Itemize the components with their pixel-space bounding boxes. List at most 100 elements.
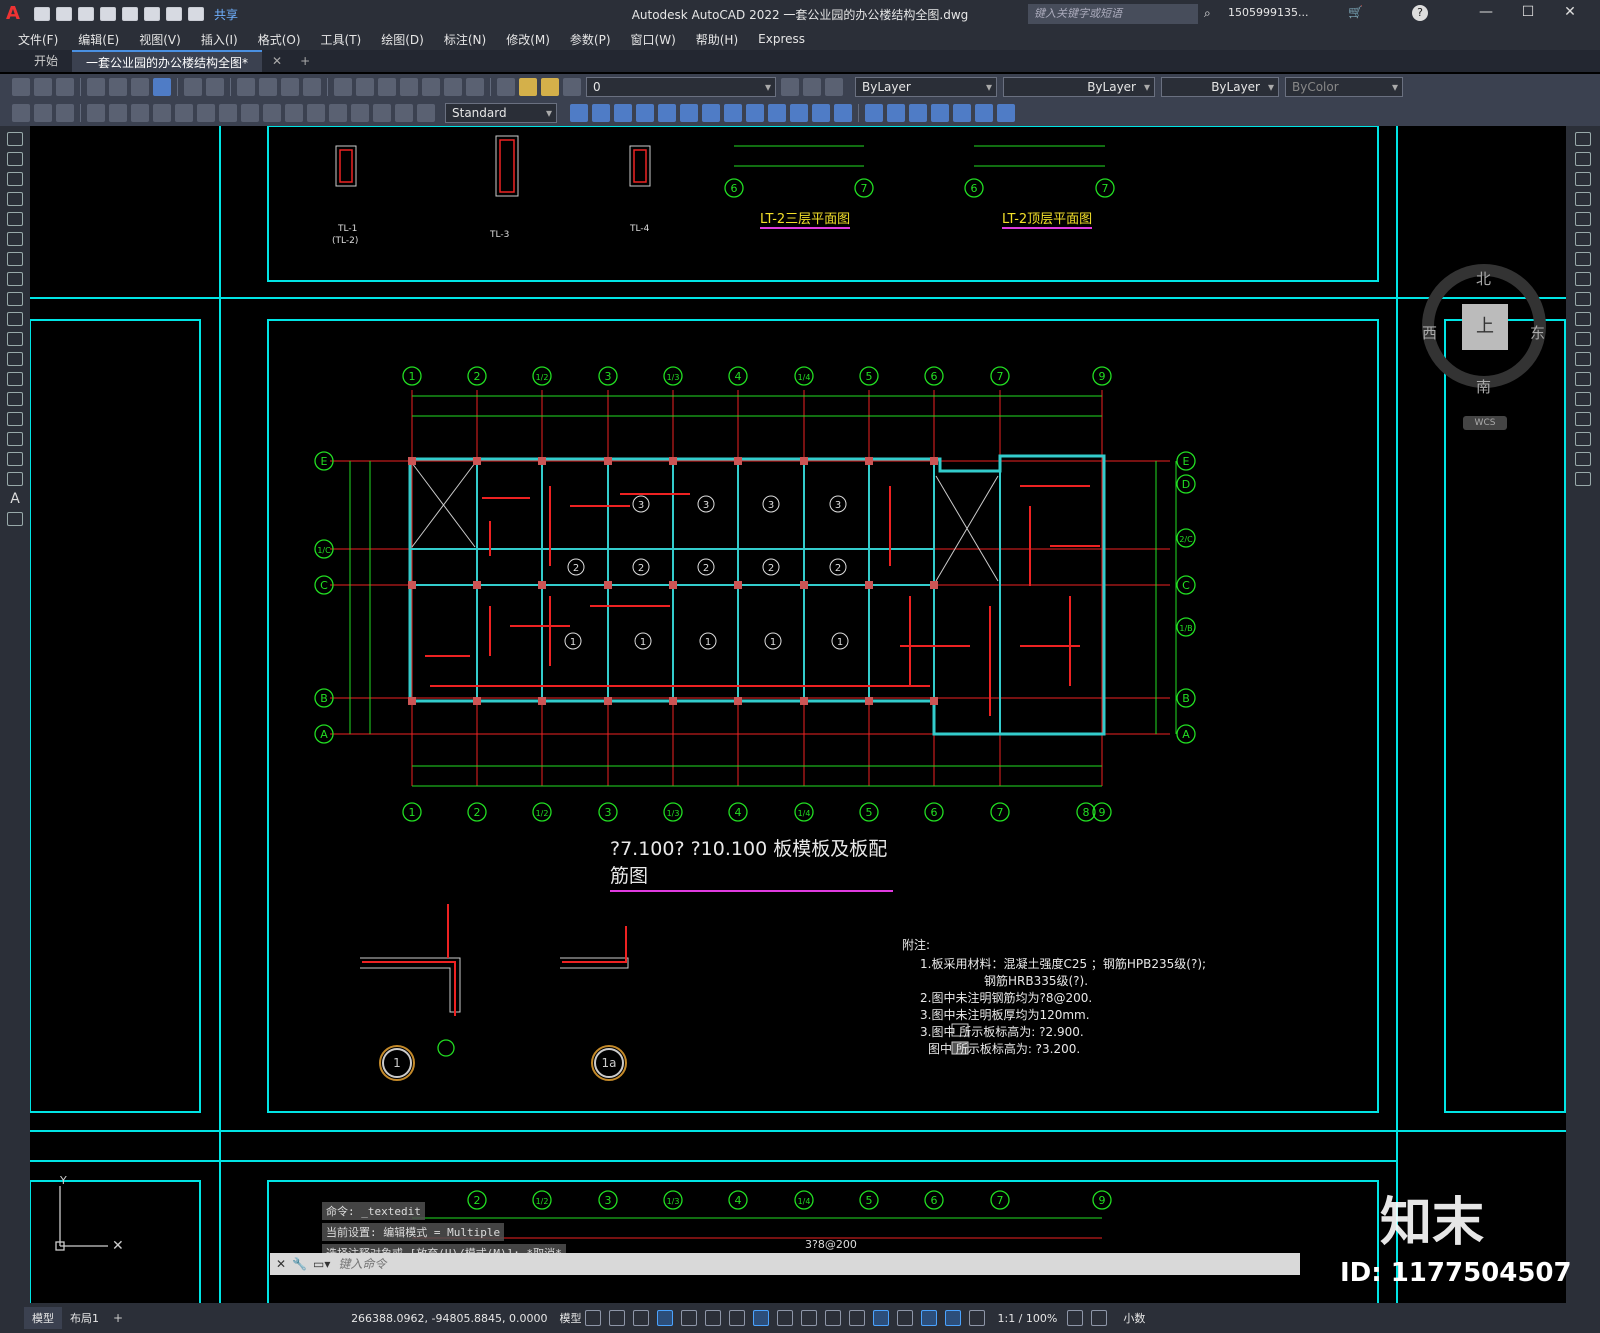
selection-cycling-icon[interactable] [825,1310,842,1326]
render-icon[interactable] [909,104,927,122]
region-icon[interactable] [7,452,23,466]
sheet-set-icon[interactable] [400,78,418,96]
search-icon[interactable]: ⌕ [1204,6,1211,21]
layer-on-icon[interactable] [519,78,537,96]
customize-icon[interactable]: 🔧 [292,1257,307,1271]
chamfer-icon[interactable] [1575,412,1591,426]
infer-constraints-icon[interactable] [633,1310,650,1326]
tab-drawing[interactable]: 一套公业园的办公楼结构全图* [72,50,263,72]
zoom-realtime-icon[interactable] [259,78,277,96]
menu-item[interactable]: 绘图(D) [379,31,426,48]
selection-filter-icon[interactable] [897,1310,914,1326]
cart-icon[interactable]: 🛒 [1348,5,1363,19]
continue-dim-icon[interactable] [307,104,325,122]
construction-line-icon[interactable] [7,152,23,166]
plot-icon[interactable] [144,7,160,21]
menu-item[interactable]: 格式(O) [256,31,303,48]
drawing-canvas[interactable]: 3 3 3 3 2 2 2 2 2 1 1 1 1 1 1 2 1/2 3 1/3 4 1/4 5 6 7 9 1 2 1/2 3 1/3… [30,126,1566,1303]
table-icon[interactable] [7,472,23,486]
redo-icon[interactable] [206,78,224,96]
copy-object-icon[interactable] [1575,152,1591,166]
ucs-origin-icon[interactable] [702,104,720,122]
dim-text-edit-icon[interactable] [417,104,435,122]
erase-icon[interactable] [1575,132,1591,146]
ucs-world-icon[interactable] [592,104,610,122]
annotation-monitor-icon[interactable] [1091,1310,1108,1326]
copy-icon[interactable] [34,104,52,122]
inspect-icon[interactable] [373,104,391,122]
ucs-z-icon[interactable] [812,104,830,122]
insert-block-icon[interactable] [7,352,23,366]
new-icon[interactable] [12,78,30,96]
blend-icon[interactable] [1575,452,1591,466]
save-as-icon[interactable] [100,7,116,21]
coordinates-readout[interactable]: 266388.0962, -94805.8845, 0.0000 [351,1312,547,1325]
viewcube-top[interactable]: 上 [1462,304,1508,350]
search-input[interactable]: 键入关键字或短语 [1028,4,1198,24]
help-icon[interactable]: ? [1412,5,1428,21]
ucs-3point-icon[interactable] [746,104,764,122]
arc-length-icon[interactable] [131,104,149,122]
maximize-button[interactable]: ☐ [1508,4,1548,20]
join-icon[interactable] [1575,392,1591,406]
stretch-icon[interactable] [1575,292,1591,306]
array-icon[interactable] [1575,212,1591,226]
menu-item[interactable]: Express [756,32,807,46]
calculator-icon[interactable] [444,78,462,96]
menu-item[interactable]: 编辑(E) [76,31,121,48]
recent-commands-icon[interactable]: ▭▾ [313,1257,330,1271]
fillet-icon[interactable] [1575,432,1591,446]
layer-freeze-icon[interactable] [541,78,559,96]
add-selected-icon[interactable] [7,512,23,526]
ucs-previous-icon[interactable] [614,104,632,122]
close-button[interactable]: ✕ [1550,4,1590,20]
zoom-window-icon[interactable] [281,78,299,96]
viewcube-east[interactable]: 东 [1530,322,1545,343]
gizmo-icon[interactable] [921,1310,938,1326]
3d-dwf-icon[interactable] [153,78,171,96]
gradient-icon[interactable] [7,432,23,446]
text-style-select[interactable]: Standard [445,103,557,123]
quick-dim-icon[interactable] [263,104,281,122]
share-button[interactable]: 共享 [214,6,238,23]
menu-item[interactable]: 视图(V) [137,31,183,48]
ucs-y-icon[interactable] [790,104,808,122]
menu-item[interactable]: 标注(N) [442,31,488,48]
isodraft-icon[interactable] [729,1310,746,1326]
layer-previous-icon[interactable] [803,78,821,96]
layer-select[interactable]: 0 [586,77,776,97]
close-command-icon[interactable]: ✕ [276,1257,286,1271]
line-icon[interactable] [7,132,23,146]
color-select[interactable]: ByLayer [855,77,997,97]
camera-icon[interactable] [975,104,993,122]
paste-icon[interactable] [56,104,74,122]
save-icon[interactable] [78,7,94,21]
linetype-select[interactable]: ByLayer [1003,77,1155,97]
menu-item[interactable]: 工具(T) [319,31,364,48]
ucs-zaxis-icon[interactable] [724,104,742,122]
diameter-dim-icon[interactable] [219,104,237,122]
polar-icon[interactable] [705,1310,722,1326]
ucs-object-icon[interactable] [658,104,676,122]
autocad-logo-icon[interactable]: A [6,3,28,25]
lineweight-icon[interactable] [777,1310,794,1326]
angular-dim-icon[interactable] [241,104,259,122]
break-icon[interactable] [1575,372,1591,386]
circle-icon[interactable] [7,252,23,266]
baseline-dim-icon[interactable] [285,104,303,122]
grid-icon[interactable] [585,1310,602,1326]
radius-dim-icon[interactable] [175,104,193,122]
linear-dim-icon[interactable] [87,104,105,122]
properties-icon[interactable] [334,78,352,96]
match-properties-icon[interactable] [12,104,30,122]
minimize-button[interactable]: — [1466,4,1506,20]
ellipse-arc-icon[interactable] [7,332,23,346]
mtext-icon[interactable]: A [7,492,23,506]
point-icon[interactable] [7,392,23,406]
object-snap-tracking-icon[interactable] [753,1310,770,1326]
move-icon[interactable] [1575,232,1591,246]
dim-edit-icon[interactable] [395,104,413,122]
viewcube-south[interactable]: 南 [1476,376,1491,397]
annotation-scale[interactable]: 1:1 / 100% [997,1312,1057,1325]
trim-icon[interactable] [1575,312,1591,326]
